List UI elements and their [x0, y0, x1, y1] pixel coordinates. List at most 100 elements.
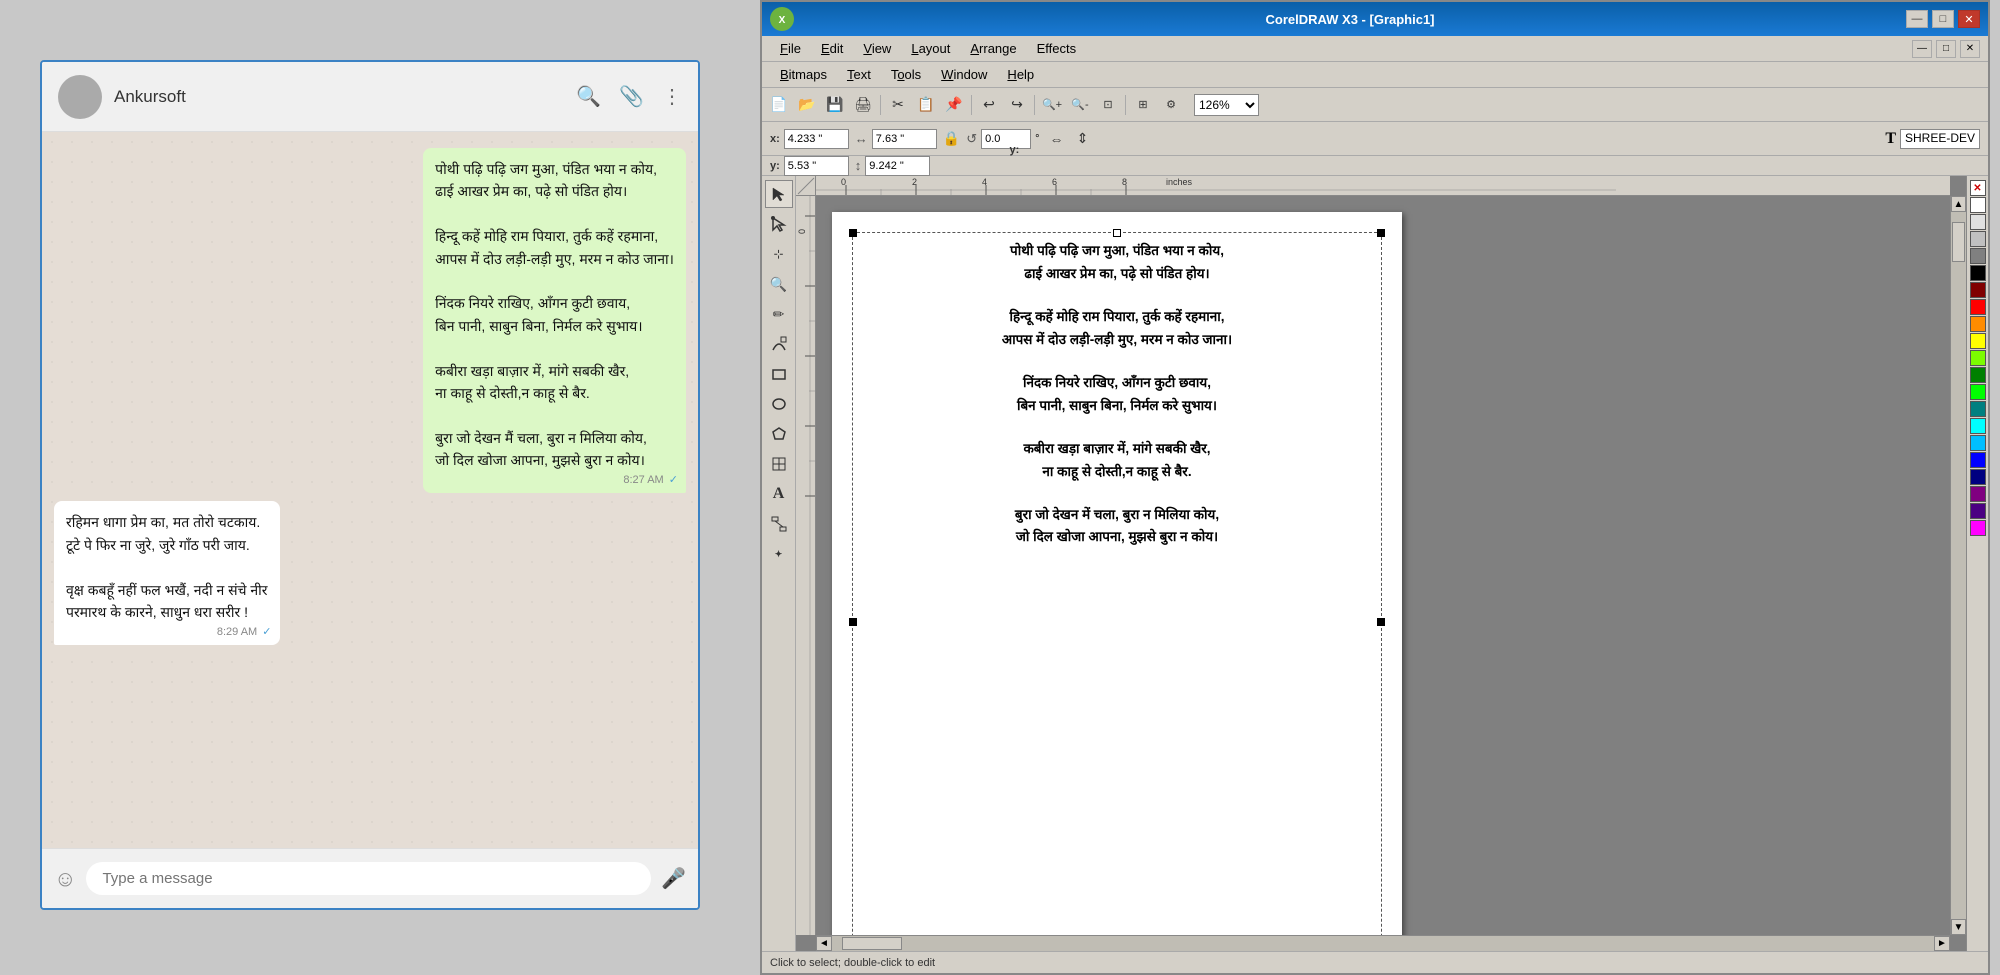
menu-tools[interactable]: Tools — [881, 65, 931, 84]
message-bubble-sent-1: पोथी पढ़ि पढ़ि जग मुआ, पंडित भया न कोय, … — [423, 148, 686, 493]
crop-tool[interactable]: ⊹ — [765, 240, 793, 268]
svg-text:8: 8 — [1122, 177, 1127, 187]
scroll-left-button[interactable]: ◄ — [816, 936, 832, 951]
save-button[interactable]: 💾 — [822, 92, 848, 118]
menubar-min-button[interactable]: — — [1912, 40, 1932, 58]
separator4 — [1125, 95, 1126, 115]
select-tool[interactable] — [765, 180, 793, 208]
align-button[interactable]: ⊞ — [1130, 92, 1156, 118]
menubar-max-button[interactable]: □ — [1936, 40, 1956, 58]
color-teal[interactable] — [1970, 401, 1986, 417]
zoom-in-button[interactable]: 🔍+ — [1039, 92, 1065, 118]
color-magenta[interactable] — [1970, 520, 1986, 536]
microphone-button[interactable]: 🎤 — [661, 866, 686, 891]
color-dark-blue[interactable] — [1970, 469, 1986, 485]
color-purple[interactable] — [1970, 486, 1986, 502]
color-sky-blue[interactable] — [1970, 435, 1986, 451]
color-violet[interactable] — [1970, 503, 1986, 519]
minimize-button[interactable]: — — [1906, 10, 1928, 28]
dimension-tool[interactable]: ✦ — [765, 540, 793, 568]
search-icon[interactable]: 🔍 — [576, 84, 601, 109]
copy-button[interactable]: 📋 — [913, 92, 939, 118]
svg-text:inches: inches — [1166, 177, 1193, 187]
handle-ml[interactable] — [849, 618, 857, 626]
fit-button[interactable]: ⊡ — [1095, 92, 1121, 118]
no-color-swatch[interactable]: ✕ — [1970, 180, 1986, 196]
shape-tool[interactable] — [765, 210, 793, 238]
maximize-button[interactable]: □ — [1932, 10, 1954, 28]
rectangle-tool[interactable] — [765, 360, 793, 388]
scroll-down-button[interactable]: ▼ — [1951, 919, 1966, 935]
color-yellow-green[interactable] — [1970, 350, 1986, 366]
polygon-tool[interactable] — [765, 420, 793, 448]
undo-button[interactable]: ↩ — [976, 92, 1002, 118]
color-gray[interactable] — [1970, 231, 1986, 247]
text-tool[interactable]: A — [765, 480, 793, 508]
emoji-button[interactable]: ☺ — [54, 866, 76, 892]
menu-bitmaps[interactable]: Bitmaps — [770, 65, 837, 84]
x-input[interactable] — [784, 129, 849, 149]
color-white[interactable] — [1970, 197, 1986, 213]
color-light-gray[interactable] — [1970, 214, 1986, 230]
open-button[interactable]: 📂 — [794, 92, 820, 118]
connector-tool[interactable] — [765, 510, 793, 538]
mirror-h-button[interactable]: ⇔ — [1046, 128, 1068, 150]
color-bright-green[interactable] — [1970, 384, 1986, 400]
scroll-thumb-h[interactable] — [842, 937, 902, 950]
close-button[interactable]: ✕ — [1958, 10, 1980, 28]
menu-layout[interactable]: Layout — [901, 39, 960, 58]
input-bar: ☺ 🎤 — [42, 848, 698, 908]
color-red[interactable] — [1970, 299, 1986, 315]
handle-tc[interactable] — [1113, 229, 1121, 237]
color-blue[interactable] — [1970, 452, 1986, 468]
menu-window[interactable]: Window — [931, 65, 997, 84]
color-green[interactable] — [1970, 367, 1986, 383]
options-button[interactable]: ⚙ — [1158, 92, 1184, 118]
scroll-thumb-v[interactable] — [1952, 222, 1965, 262]
menu-arrange[interactable]: Arrange — [960, 39, 1026, 58]
color-dark-gray[interactable] — [1970, 248, 1986, 264]
color-yellow[interactable] — [1970, 333, 1986, 349]
paste-button[interactable]: 📌 — [941, 92, 967, 118]
mirror-v-button[interactable]: ⇕ — [1072, 128, 1094, 150]
zoom-tool[interactable]: 🔍 — [765, 270, 793, 298]
menu-help[interactable]: Help — [997, 65, 1044, 84]
menu-effects[interactable]: Effects — [1027, 39, 1087, 58]
attachment-icon[interactable]: 📎 — [619, 84, 644, 109]
w-input[interactable] — [872, 129, 937, 149]
menu-text[interactable]: Text — [837, 65, 881, 84]
canvas-area: 0 2 4 6 8 inches — [796, 176, 1966, 951]
angle-input[interactable] — [981, 129, 1031, 149]
handle-tl[interactable] — [849, 229, 857, 237]
cut-button[interactable]: ✂ — [885, 92, 911, 118]
scroll-up-button[interactable]: ▲ — [1951, 196, 1966, 212]
color-black[interactable] — [1970, 265, 1986, 281]
titlebar: X CorelDRAW X3 - [Graphic1] — □ ✕ — [762, 2, 1988, 36]
y-input[interactable] — [784, 156, 849, 176]
chat-area: पोथी पढ़ि पढ़ि जग मुआ, पंडित भया न कोय, … — [42, 132, 698, 848]
smart-draw-tool[interactable] — [765, 330, 793, 358]
print-button[interactable]: 🖨 — [850, 92, 876, 118]
menubar-close-button[interactable]: ✕ — [1960, 40, 1980, 58]
zoom-out-button[interactable]: 🔍- — [1067, 92, 1093, 118]
menu-file[interactable]: File — [770, 39, 811, 58]
color-cyan[interactable] — [1970, 418, 1986, 434]
h-input[interactable] — [865, 156, 930, 176]
zoom-select[interactable]: 126% 100% 75% 50% — [1194, 94, 1259, 116]
table-tool[interactable] — [765, 450, 793, 478]
message-input[interactable] — [86, 862, 651, 895]
handle-mr[interactable] — [1377, 618, 1385, 626]
scroll-right-button[interactable]: ► — [1934, 936, 1950, 951]
menu-edit[interactable]: Edit — [811, 39, 853, 58]
lock-icon[interactable]: 🔒 — [943, 130, 960, 147]
freehand-tool[interactable]: ✏ — [765, 300, 793, 328]
color-dark-red[interactable] — [1970, 282, 1986, 298]
handle-tr[interactable] — [1377, 229, 1385, 237]
new-button[interactable]: 📄 — [766, 92, 792, 118]
y-label: y: — [1010, 144, 1020, 156]
color-orange[interactable] — [1970, 316, 1986, 332]
redo-button[interactable]: ↪ — [1004, 92, 1030, 118]
more-options-icon[interactable]: ⋮ — [662, 84, 682, 109]
ellipse-tool[interactable] — [765, 390, 793, 418]
menu-view[interactable]: View — [853, 39, 901, 58]
